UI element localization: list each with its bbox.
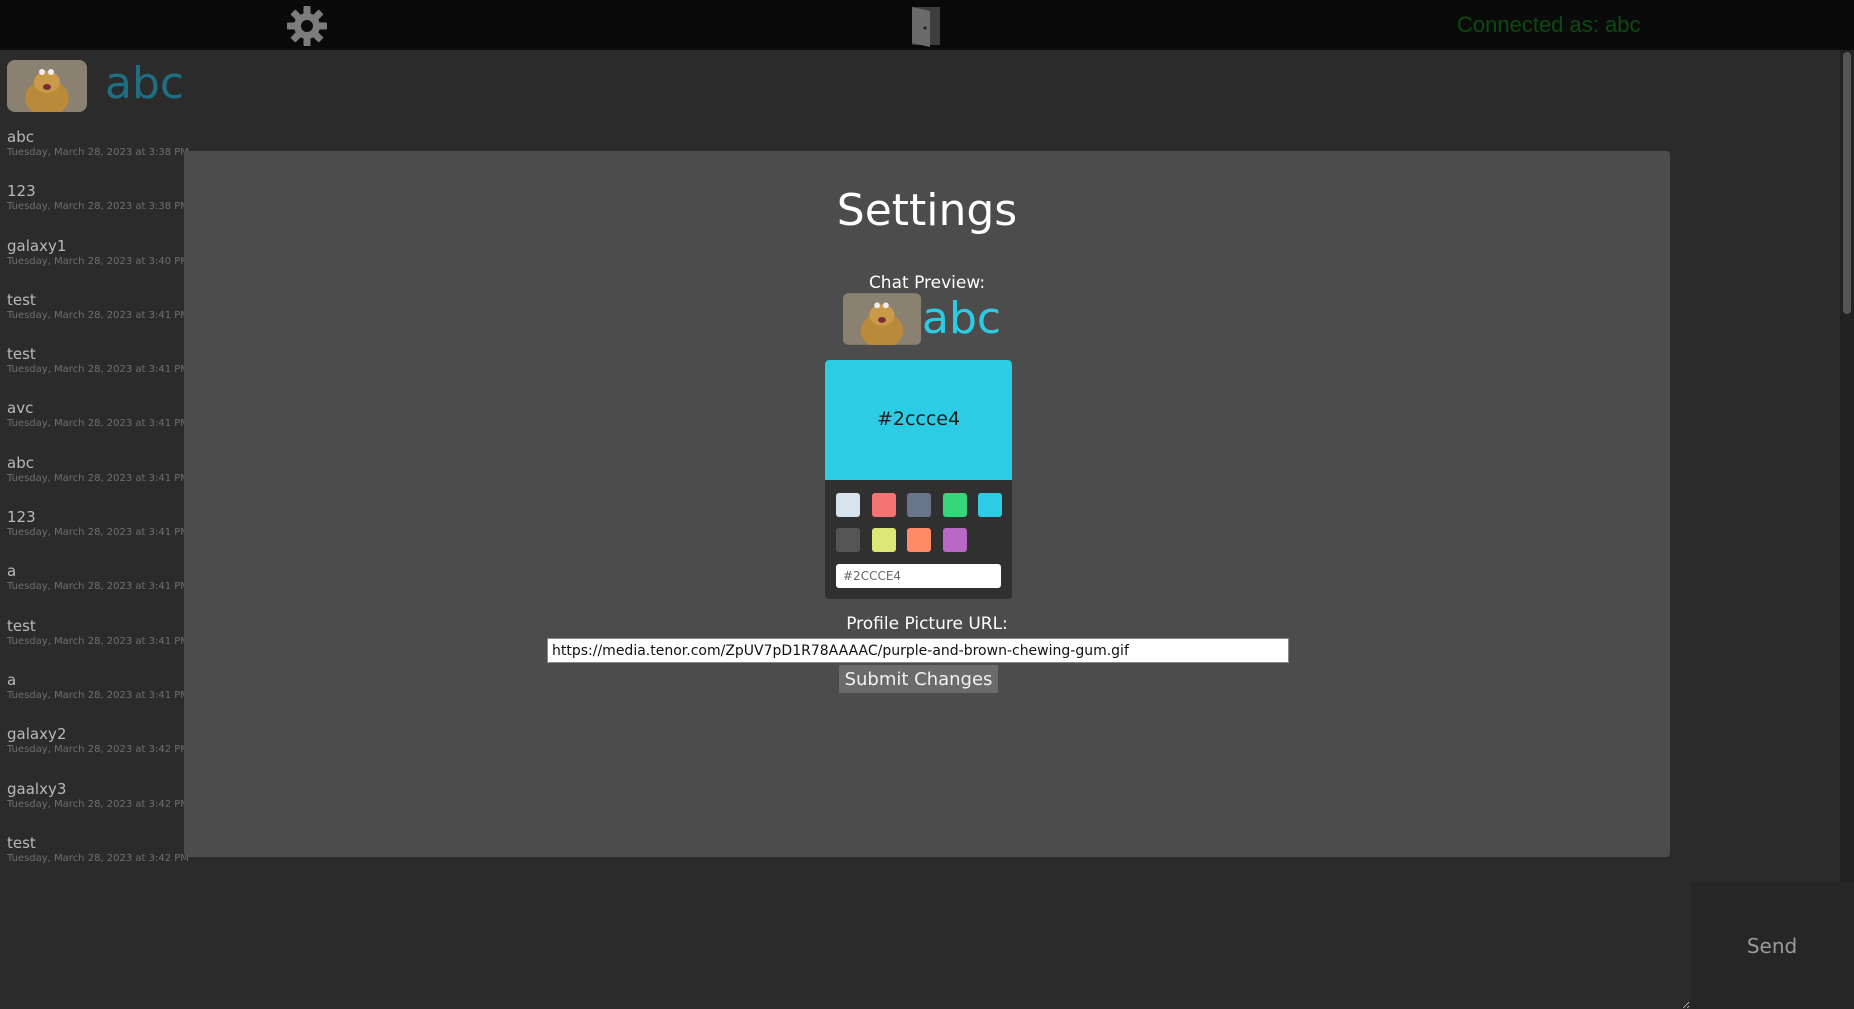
door-icon[interactable]: [910, 3, 942, 47]
message-item: test Tuesday, March 28, 2023 at 3:41 PM: [0, 611, 190, 665]
message-timestamp: Tuesday, March 28, 2023 at 3:41 PM: [7, 635, 189, 647]
message-timestamp: Tuesday, March 28, 2023 at 3:42 PM: [7, 852, 189, 864]
message-item: 123 Tuesday, March 28, 2023 at 3:41 PM: [0, 502, 190, 556]
message-text: test: [7, 833, 36, 852]
message-text: avc: [7, 399, 34, 418]
preview-avatar: [843, 293, 921, 345]
message-timestamp: Tuesday, March 28, 2023 at 3:41 PM: [7, 364, 189, 376]
connected-status: Connected as: abc: [1457, 12, 1641, 37]
color-swatch[interactable]: [942, 493, 967, 517]
message-item: a Tuesday, March 28, 2023 at 3:41 PM: [0, 665, 190, 719]
profile-picture-url-input[interactable]: [547, 638, 1289, 663]
message-timestamp: Tuesday, March 28, 2023 at 3:41 PM: [7, 418, 189, 430]
settings-modal: Settings Chat Preview: abc #2ccce4 Profi…: [184, 151, 1670, 857]
message-item: test Tuesday, March 28, 2023 at 3:41 PM: [0, 285, 190, 339]
message-timestamp: Tuesday, March 28, 2023 at 3:41 PM: [7, 309, 189, 321]
avatar: [7, 60, 87, 112]
color-hex-input[interactable]: [836, 564, 1001, 588]
message-timestamp: Tuesday, March 28, 2023 at 3:40 PM: [7, 255, 189, 267]
submit-changes-button[interactable]: Submit Changes: [839, 665, 998, 693]
message-text: abc: [7, 453, 34, 472]
message-timestamp: Tuesday, March 28, 2023 at 3:42 PM: [7, 798, 189, 810]
message-list: abc Tuesday, March 28, 2023 at 3:38 PM 123…: [0, 122, 190, 882]
message-timestamp: Tuesday, March 28, 2023 at 3:41 PM: [7, 581, 189, 593]
message-text: galaxy2: [7, 725, 67, 744]
color-swatch[interactable]: [942, 528, 967, 552]
message-timestamp: Tuesday, March 28, 2023 at 3:38 PM: [7, 147, 189, 158]
scrollbar-thumb[interactable]: [1843, 52, 1851, 314]
message-text: 123: [7, 508, 36, 527]
gear-icon[interactable]: [285, 4, 329, 48]
color-swatch[interactable]: [836, 493, 860, 517]
message-item: a Tuesday, March 28, 2023 at 3:41 PM: [0, 556, 190, 610]
color-swatch[interactable]: [871, 528, 896, 552]
message-timestamp: Tuesday, March 28, 2023 at 3:41 PM: [7, 689, 189, 701]
message-timestamp: Tuesday, March 28, 2023 at 3:41 PM: [7, 527, 189, 539]
message-item: abc Tuesday, March 28, 2023 at 3:38 PM: [0, 122, 190, 176]
message-text: abc: [7, 128, 34, 146]
color-swatch[interactable]: [907, 528, 931, 552]
chat-header: abc: [0, 50, 1840, 120]
message-item: avc Tuesday, March 28, 2023 at 3:41 PM: [0, 393, 190, 447]
message-item: gaalxy3 Tuesday, March 28, 2023 at 3:42 P…: [0, 774, 190, 828]
message-text: test: [7, 616, 36, 635]
message-item: 123 Tuesday, March 28, 2023 at 3:38 PM: [0, 176, 190, 230]
settings-title: Settings: [836, 185, 1018, 236]
color-hex-label: #2ccce4: [876, 408, 961, 430]
message-item: test Tuesday, March 28, 2023 at 3:42 PM: [0, 828, 190, 882]
message-input[interactable]: [0, 882, 1690, 1009]
message-text: a: [7, 562, 17, 581]
chat-username: abc: [105, 58, 185, 109]
message-timestamp: Tuesday, March 28, 2023 at 3:41 PM: [7, 472, 189, 484]
message-text: test: [7, 290, 36, 309]
send-button[interactable]: Send: [1690, 882, 1854, 1009]
profile-picture-url-label: Profile Picture URL:: [846, 614, 1008, 634]
preview-username: abc: [922, 293, 1002, 344]
chat-preview-label: Chat Preview:: [868, 273, 986, 293]
color-swatch[interactable]: [978, 493, 1002, 517]
color-preview-block: #2ccce4: [825, 360, 1012, 480]
message-text: test: [7, 345, 36, 364]
message-item: test Tuesday, March 28, 2023 at 3:41 PM: [0, 339, 190, 393]
message-timestamp: Tuesday, March 28, 2023 at 3:38 PM: [7, 201, 189, 213]
message-timestamp: Tuesday, March 28, 2023 at 3:42 PM: [7, 744, 189, 756]
message-item: galaxy2 Tuesday, March 28, 2023 at 3:42 P…: [0, 719, 190, 773]
scrollbar[interactable]: [1840, 50, 1854, 882]
message-item: galaxy1 Tuesday, March 28, 2023 at 3:40 P…: [0, 231, 190, 285]
color-picker: #2ccce4: [825, 360, 1012, 599]
message-item: abc Tuesday, March 28, 2023 at 3:41 PM: [0, 448, 190, 502]
top-bar: Connected as: abc: [0, 0, 1854, 50]
color-swatch[interactable]: [907, 493, 931, 517]
message-text: 123: [7, 182, 36, 201]
color-swatch[interactable]: [871, 493, 896, 517]
message-text: a: [7, 670, 17, 689]
color-swatch[interactable]: [836, 528, 860, 552]
message-text: gaalxy3: [7, 779, 67, 798]
message-text: galaxy1: [7, 236, 67, 255]
